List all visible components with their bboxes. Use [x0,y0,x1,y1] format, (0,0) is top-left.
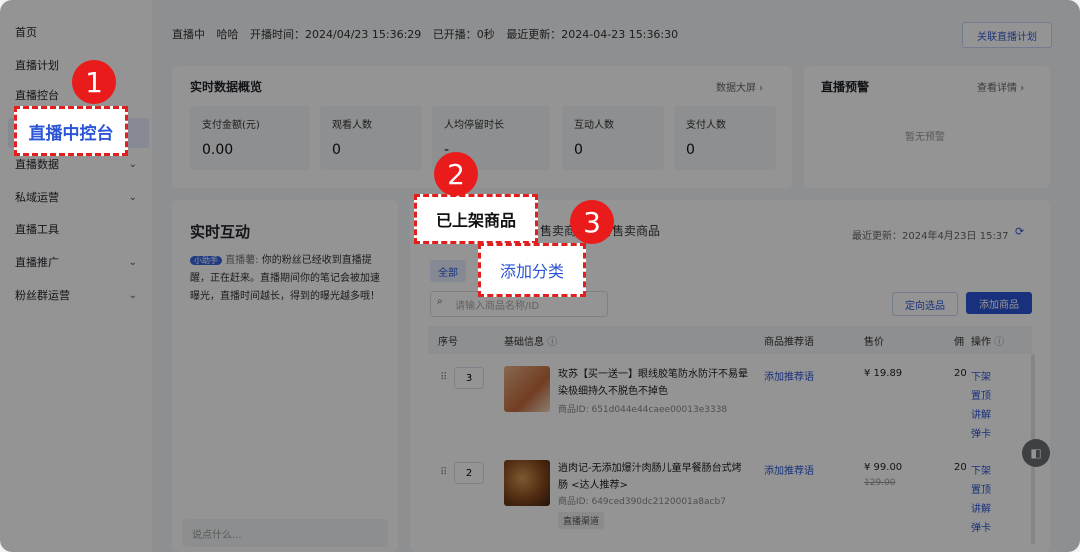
stat-viewers: 观看人数 0 [320,106,422,170]
popup-card-button[interactable]: 弹卡 [971,519,991,534]
add-recommendation-link[interactable]: 添加推荐语 [764,368,814,383]
chevron-down-icon: ⌄ [128,256,137,268]
callout-listed-products[interactable]: 已上架商品 [414,194,538,244]
row-index[interactable]: 2 [454,462,484,484]
sidebar-item-label: 直播控台 [15,89,59,102]
product-id: 商品ID: 649ced390dc2120001a8acb7 [558,497,726,507]
original-price: 129.00 [864,478,896,488]
sidebar-item-label: 直播推广 [15,256,59,269]
sidebar-item-live-data[interactable]: 直播数据 ⌄ [15,153,137,175]
targeted-selection-button[interactable]: 定向选品 [892,292,958,316]
assistant-tag: 小助手 [190,256,222,265]
view-details-link[interactable]: 查看详情 › [977,79,1024,94]
stat-label: 人均停留时长 [444,120,504,131]
host-name: 哈哈 [216,28,239,41]
pin-top-button[interactable]: 置顶 [971,387,991,402]
sidebar-item-private-ops[interactable]: 私域运营 ⌄ [15,186,137,208]
drag-handle-icon[interactable]: ⠿ [440,372,447,383]
callout-live-console[interactable]: 直播中控台 [14,106,128,156]
product-commission: 20 [954,368,967,379]
explain-button[interactable]: 讲解 [971,406,991,421]
product-name[interactable]: 逍肉记-无添加爆汁肉肠儿童早餐肠台式烤肠 <达人推荐> [558,460,750,494]
refresh-icon[interactable]: ⟳ [1015,225,1024,238]
callout-add-category[interactable]: 添加分类 [478,243,586,297]
chat-input[interactable]: 说点什么... [182,519,388,547]
products-updated: 最近更新：2024年4月23日 15:37 [852,231,1009,242]
data-screen-link[interactable]: 数据大屏 › [716,79,763,94]
stat-payment-amount: 支付金额(元) 0.00 [190,106,310,170]
sidebar-item-label: 直播数据 [15,158,59,171]
live-duration: 已开播：0秒 [432,28,495,41]
product-price: ¥ 99.00 [864,462,903,473]
column-header: 序号 [438,337,458,348]
floating-help-icon[interactable]: ◧ [1022,439,1050,467]
chevron-down-icon: ⌄ [128,191,137,203]
add-product-button[interactable]: 添加商品 [966,292,1032,314]
header-bar: 直播中 哈哈 开播时间：2024/04/23 15:36:29 已开播：0秒 最… [152,0,1080,66]
sidebar-item-label: 直播计划 [15,59,59,72]
product-id: 商品ID: 651d044e44caee00013e3338 [558,405,728,415]
last-updated: 最近更新：2024-04-23 15:36:30 [506,28,679,41]
chevron-down-icon: ⌄ [128,158,137,170]
assistant-message: 小助手 直播薯: 你的粉丝已经收到直播提醒，正在赶来。直播期间你的笔记会被加速曝… [190,252,386,306]
product-image [504,366,550,412]
channel-tag: 直播渠道 [558,512,605,529]
no-warning-text: 暂无预警 [905,132,945,143]
link-live-plan-button[interactable]: 关联直播计划 [962,22,1052,48]
product-price: ¥ 19.89 [864,368,903,379]
chat-input-placeholder: 说点什么... [192,530,242,541]
live-warning-title: 直播预警 [821,80,870,94]
add-recommendation-link[interactable]: 添加推荐语 [764,462,814,477]
delist-button[interactable]: 下架 [971,368,991,383]
product-image [504,460,550,506]
stat-label: 支付人数 [686,120,726,131]
popup-card-button[interactable]: 弹卡 [971,425,991,440]
chevron-down-icon: ⌄ [128,289,137,301]
drag-handle-icon[interactable]: ⠿ [440,467,447,478]
info-icon: ⓘ [547,337,558,348]
stat-label: 支付金额(元) [202,120,260,131]
product-commission: 20 [954,462,967,473]
row-index[interactable]: 3 [454,367,484,389]
stat-value: 0 [686,142,695,158]
sidebar-item-home[interactable]: 首页 [15,21,137,43]
sidebar-item-live-promo[interactable]: 直播推广 ⌄ [15,251,137,273]
interaction-title: 实时互动 [190,223,251,241]
column-header: 佣 [954,337,964,348]
step-badge-3: 3 [570,200,614,244]
product-name[interactable]: 玫苏【买一送一】眼线胶笔防水防汗不易晕染极细持久不脱色不掉色 [558,366,750,400]
sidebar-item-fan-groups[interactable]: 粉丝群运营 ⌄ [15,284,137,306]
live-status: 直播中 [172,28,205,41]
sidebar-item-label: 私域运营 [15,191,59,204]
assistant-sender: 直播薯: [225,255,259,266]
sidebar-item-label: 直播工具 [15,223,59,236]
stat-label: 观看人数 [332,120,372,131]
sidebar-item-live-tools[interactable]: 直播工具 [15,218,137,240]
stat-label: 互动人数 [574,120,614,131]
app-window: 首页 直播计划 直播控台 直播数据 ⌄ 私域运营 ⌄ 直播工具 直播推广 ⌄ 粉丝群运… [0,0,1080,552]
explain-button[interactable]: 讲解 [971,500,991,515]
stat-value: 0 [574,142,583,158]
column-header: 商品推荐语 [764,337,814,348]
column-header: 基础信息 ⓘ [504,337,558,348]
step-badge-2: 2 [434,152,478,196]
stat-value: 0 [332,142,341,158]
step-badge-1: 1 [72,60,116,104]
stat-value: 0.00 [202,142,234,158]
stat-interactions: 互动人数 0 [562,106,664,170]
search-icon: ⌕ [437,296,443,307]
filter-all-chip[interactable]: 全部 [430,260,466,282]
live-status-line: 直播中 哈哈 开播时间：2024/04/23 15:36:29 已开播：0秒 最… [172,26,686,42]
search-placeholder: 请输入商品名称/ID [455,301,540,312]
pin-top-button[interactable]: 置顶 [971,481,991,496]
sidebar-item-label: 首页 [15,26,37,39]
start-time: 开播时间：2024/04/23 15:36:29 [250,28,422,41]
column-header: 售价 [864,337,884,348]
sidebar-item-label: 粉丝群运营 [15,289,70,302]
realtime-overview-title: 实时数据概览 [190,80,263,94]
column-header: 操作 ⓘ [971,337,1005,348]
stat-payers: 支付人数 0 [674,106,776,170]
delist-button[interactable]: 下架 [971,462,991,477]
info-icon: ⓘ [994,337,1005,348]
